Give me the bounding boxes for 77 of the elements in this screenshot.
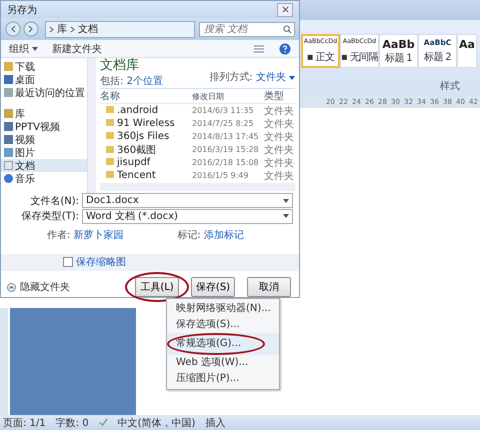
search-field[interactable]: 搜索 文档 [199, 22, 295, 37]
status-text: 插入 [205, 416, 226, 430]
breadcrumb[interactable]: 文档 [78, 22, 98, 36]
library-title: 文档库 [100, 57, 140, 74]
input-field[interactable]: Doc1.docx [82, 193, 293, 208]
sidebar-item[interactable]: 音乐 [1, 172, 87, 186]
table-cell-text: 2014/6/3 11:35 [192, 106, 255, 116]
address-bar[interactable]: 库 文档 [45, 20, 195, 38]
table-cell-text: 文件夹 [264, 156, 294, 170]
checkbox-label[interactable]: 保存缩略图 [76, 255, 126, 270]
sidebar-item[interactable]: PPTV视频 [1, 120, 87, 134]
meta-label: 作者: [47, 230, 70, 241]
table-cell-text: 文件夹 [264, 118, 294, 131]
caret-icon [283, 214, 289, 218]
style-gallery-item[interactable]: Aa [457, 34, 477, 68]
table-cell-text: 文件夹 [264, 130, 294, 144]
help-icon[interactable] [279, 42, 291, 54]
status-text: 页面: 1/1 [3, 416, 46, 430]
sidebar-item[interactable]: 桌面 [1, 73, 87, 86]
file-name[interactable]: 91 Wireless [100, 118, 192, 130]
input-field[interactable]: Word 文档 (*.docx) [82, 208, 293, 224]
organize-menu[interactable]: 组织 [9, 42, 38, 56]
new-folder-button[interactable]: 新建文件夹 [52, 42, 102, 56]
caret-icon [283, 198, 289, 203]
file-name[interactable]: .android [100, 105, 192, 116]
style-gallery-item[interactable]: AaBb 标题 1 [379, 34, 418, 68]
hide-folders-toggle[interactable]: 隐藏文件夹 [7, 280, 70, 294]
caret-icon [289, 76, 295, 80]
file-name[interactable]: 360截图 [100, 142, 192, 157]
meta-link[interactable]: 新萝卜家园 [73, 230, 124, 241]
view-icon[interactable] [253, 44, 265, 54]
sidebar-item[interactable]: 文档 [1, 159, 87, 172]
sidebar-item[interactable]: 下载 [1, 60, 87, 74]
sidebar-item[interactable]: 库 [1, 107, 87, 120]
arrange-label: 排列方式: [209, 72, 253, 84]
dialog-button[interactable]: 取消 [247, 277, 291, 298]
table-cell-text: 2016/1/5 9:49 [192, 171, 250, 180]
table-cell-text: 2016/2/18 15:08 [192, 158, 260, 168]
status-text: 字数: 0 [56, 416, 89, 430]
sidebar-item[interactable]: 视频 [1, 133, 87, 146]
menu-item[interactable]: 压缩图片(P)... [167, 371, 279, 387]
table-cell-text: 2014/7/25 8:25 [192, 119, 255, 128]
menu-item[interactable]: 保存选项(S)... [167, 317, 279, 333]
arrange-dropdown[interactable]: 文件夹 [256, 72, 295, 84]
table-cell-text: 2016/3/19 15:28 [192, 145, 260, 154]
file-name[interactable]: 360js Files [100, 131, 192, 142]
chevron-icon [49, 26, 54, 33]
table-cell-text: 文件夹 [264, 144, 294, 157]
scrollbar[interactable] [87, 58, 96, 194]
breadcrumb[interactable]: 库 [57, 22, 67, 36]
sidebar-item[interactable]: 图片 [1, 146, 87, 160]
caret-icon [32, 46, 38, 51]
search-icon [283, 24, 292, 34]
collapse-icon [7, 282, 16, 292]
file-name[interactable]: jisupdf [100, 157, 192, 168]
checkbox[interactable] [63, 257, 73, 268]
menu-item[interactable]: 映射网络驱动器(N)... [167, 301, 279, 317]
group-label: 样式 [440, 80, 460, 93]
meta-label: 标记: [177, 230, 201, 241]
field-label: 保存类型(T): [20, 210, 80, 224]
file-name[interactable]: Tencent [100, 170, 192, 182]
meta-link[interactable]: 添加标记 [204, 230, 244, 241]
window-title: 另存为 [7, 4, 37, 17]
close-icon [282, 6, 288, 14]
table-cell-text: 文件夹 [264, 170, 294, 183]
dialog-button[interactable]: 保存(S) [191, 277, 235, 298]
locations-link[interactable]: 2个位置 [126, 76, 163, 88]
back-forward-icon[interactable] [5, 21, 41, 38]
dialog-button[interactable]: 工具(L) [135, 277, 179, 298]
chevron-icon [70, 26, 75, 33]
includes-label: 包括: [100, 76, 124, 88]
table-cell-text: 2014/8/13 17:45 [192, 132, 260, 142]
field-label: 文件名(N): [29, 194, 80, 208]
status-text: 中文(简体，中国) [118, 416, 196, 430]
menu-item[interactable]: Web 选项(W)... [167, 355, 279, 371]
scrollbar[interactable] [100, 183, 295, 192]
close-button[interactable] [277, 2, 293, 17]
